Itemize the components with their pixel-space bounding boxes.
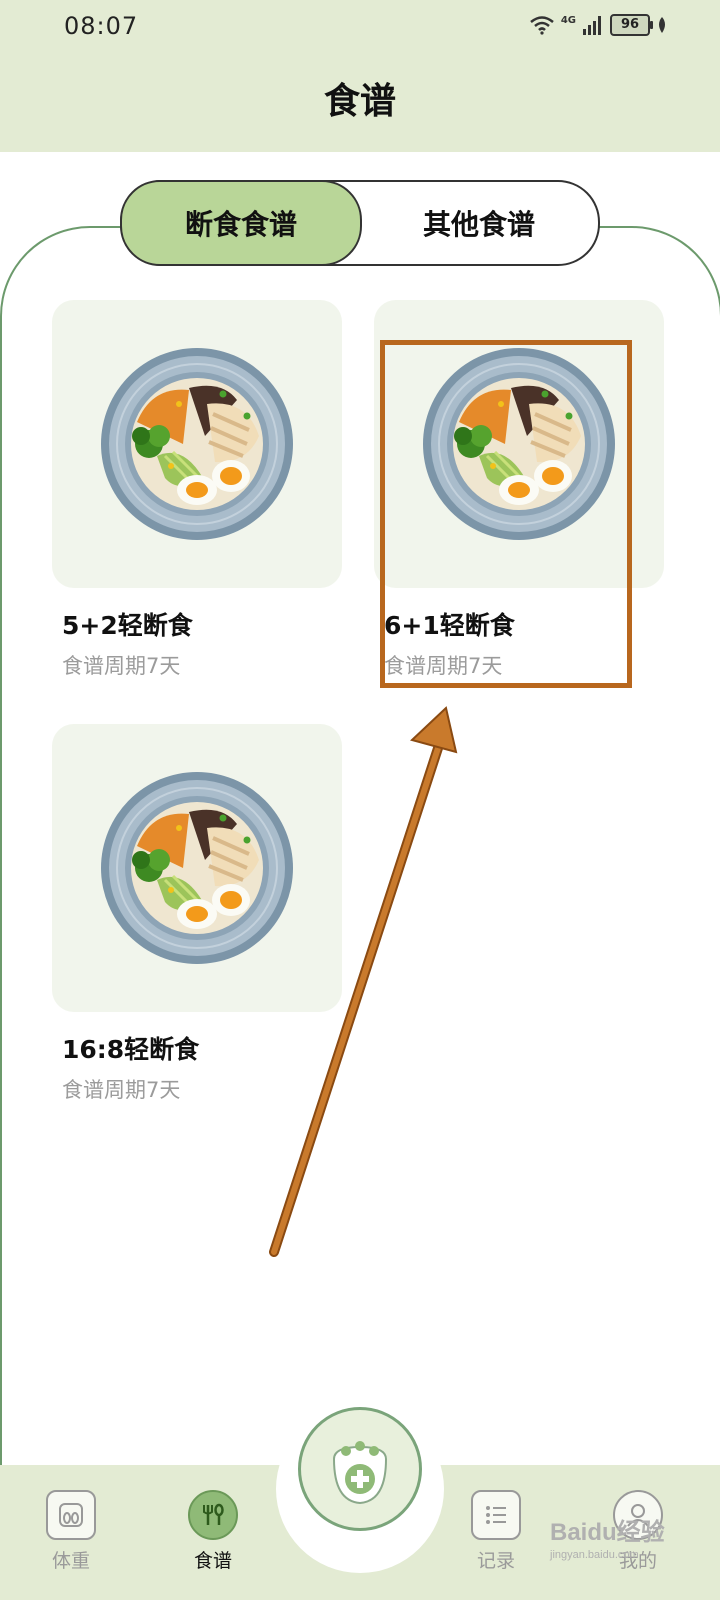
- recipe-card[interactable]: 16:8轻断食 食谱周期7天: [52, 724, 342, 1104]
- salad-bowl-icon: [99, 770, 295, 966]
- tab-other-recipes[interactable]: 其他食谱: [360, 182, 598, 264]
- nav-label: 记录: [476, 1550, 515, 1572]
- recipe-tabs: 断食食谱 其他食谱: [120, 180, 600, 266]
- battery-indicator: 96: [610, 14, 653, 36]
- wifi-icon: [530, 16, 554, 35]
- recipe-subtitle: 食谱周期7天: [384, 654, 503, 678]
- salad-bowl-icon: [99, 346, 295, 542]
- fork-spoon-icon: [188, 1490, 238, 1540]
- tab-fasting-recipes[interactable]: 断食食谱: [120, 180, 362, 266]
- recipe-card[interactable]: 6+1轻断食 食谱周期7天: [374, 300, 664, 680]
- recipe-title: 5+2轻断食: [62, 611, 193, 640]
- add-record-button[interactable]: [298, 1407, 422, 1531]
- recipe-subtitle: 食谱周期7天: [62, 1078, 181, 1102]
- recipe-title: 16:8轻断食: [62, 1035, 200, 1064]
- nav-label: 体重: [51, 1550, 90, 1572]
- signal-icon: [583, 16, 601, 35]
- recipe-image: [52, 724, 342, 1012]
- header: 08:07 4G 96 食谱: [0, 0, 720, 152]
- salad-bowl-icon: [421, 346, 617, 542]
- nav-recipes[interactable]: 食谱: [173, 1490, 253, 1573]
- recipe-subtitle: 食谱周期7天: [62, 654, 181, 678]
- recipe-card[interactable]: 5+2轻断食 食谱周期7天: [52, 300, 342, 680]
- page-title: 食谱: [323, 81, 396, 122]
- watermark-url: jingyan.baidu.com: [550, 1549, 639, 1561]
- nav-records[interactable]: 记录: [456, 1490, 536, 1573]
- status-icons: 4G 96: [529, 14, 668, 36]
- network-label: 4G: [560, 14, 576, 26]
- list-icon: [471, 1490, 521, 1540]
- leaf-icon: [659, 17, 665, 33]
- paw-plus-icon: [332, 1441, 388, 1505]
- recipe-image: [52, 300, 342, 588]
- nav-weight[interactable]: 体重: [31, 1490, 111, 1573]
- recipe-image: [374, 300, 664, 588]
- scale-icon: [46, 1490, 96, 1540]
- recipe-title: 6+1轻断食: [384, 611, 515, 640]
- status-time: 08:07: [64, 12, 139, 40]
- nav-label: 食谱: [193, 1550, 232, 1572]
- watermark-brand: Baidu经验: [550, 1519, 665, 1546]
- watermark: Baidu经验 jingyan.baidu.com: [550, 1512, 665, 1561]
